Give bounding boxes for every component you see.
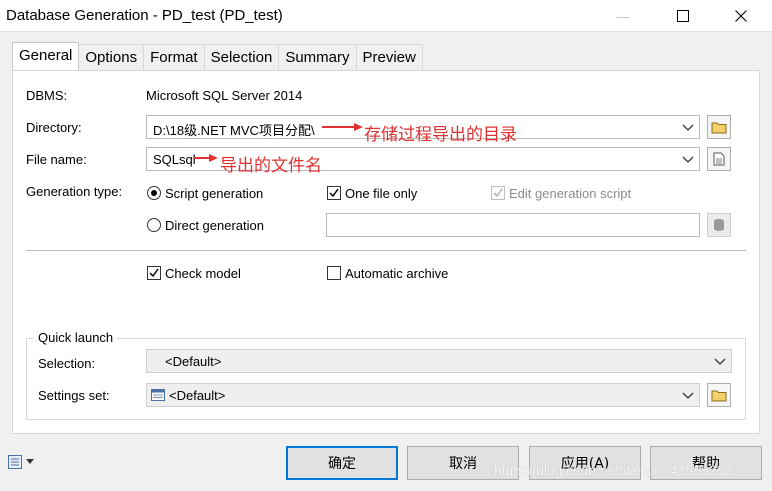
tab-format[interactable]: Format [143,44,205,70]
tab-options[interactable]: Options [78,44,145,70]
settings-icon [151,389,165,401]
settings-set-label: Settings set: [38,388,110,403]
title-bar: Database Generation - PD_test (PD_test) … [0,0,772,32]
database-icon [714,219,724,231]
script-generation-label: Script generation [165,186,264,201]
settings-set-value: <Default> [169,388,226,403]
settings-set-combo[interactable]: <Default> [146,383,700,407]
direct-generation-label: Direct generation [165,218,264,233]
options-menu-button[interactable] [8,452,42,472]
window-title: Database Generation - PD_test (PD_test) [6,7,283,24]
folder-icon [711,390,727,402]
minimize-icon: — [616,8,630,24]
edit-generation-script-checkbox[interactable] [491,186,505,200]
tab-bar: General Options Format Selection Summary… [12,42,423,70]
checkmark-icon [149,268,159,278]
annotation-arrow-icon [193,154,218,162]
direct-generation-field[interactable] [326,213,700,237]
folder-icon [711,122,727,134]
selection-value: <Default> [165,354,222,369]
browse-directory-button[interactable] [707,115,731,139]
automatic-archive-label: Automatic archive [345,266,449,281]
chevron-down-icon [682,392,694,399]
directory-annotation: 存储过程导出的目录 [364,125,517,145]
browse-settings-button[interactable] [707,383,731,407]
dbms-label: DBMS: [26,88,68,103]
data-source-button[interactable] [707,213,731,237]
caret-down-icon [26,459,34,464]
chevron-down-icon [714,358,726,365]
automatic-archive-checkbox[interactable] [327,266,341,280]
minimize-button[interactable]: — [600,0,646,32]
close-button[interactable] [718,0,764,32]
separator [26,250,746,251]
directory-value: D:\18级.NET MVC项目分配\ [153,123,315,138]
quick-launch-label: Quick launch [34,330,118,345]
one-file-only-checkbox[interactable] [327,186,341,200]
filename-value: SQLsql [153,152,196,167]
close-icon [735,10,747,22]
document-icon [713,152,725,166]
directory-label: Directory: [26,120,82,135]
selection-label: Selection: [38,356,96,371]
dbms-value: Microsoft SQL Server 2014 [146,88,303,103]
ok-button[interactable]: 确定 [286,446,398,480]
chevron-down-icon [682,156,694,163]
edit-generation-script-label: Edit generation script [509,186,632,201]
check-model-label: Check model [165,266,241,281]
chevron-down-icon [682,124,694,131]
checkmark-icon [493,188,503,198]
tab-selection[interactable]: Selection [203,44,280,70]
one-file-only-label: One file only [345,186,418,201]
list-icon [8,455,22,469]
direct-generation-radio[interactable] [147,218,161,232]
tab-preview[interactable]: Preview [355,44,423,70]
maximize-button[interactable] [660,0,706,32]
checkmark-icon [329,188,339,198]
check-model-checkbox[interactable] [147,266,161,280]
maximize-icon [677,10,689,22]
browse-file-button[interactable] [707,147,731,171]
tab-summary[interactable]: Summary [278,44,357,70]
generation-type-label: Generation type: [26,184,123,199]
filename-label: File name: [26,152,87,167]
script-generation-radio[interactable] [147,186,161,200]
tab-general[interactable]: General [12,42,80,70]
filename-annotation: 导出的文件名 [220,156,322,176]
annotation-arrow-icon [322,123,363,131]
selection-combo[interactable]: <Default> [146,349,732,373]
watermark: https://blog.csdn.net/weixin_41588262 [494,462,733,478]
